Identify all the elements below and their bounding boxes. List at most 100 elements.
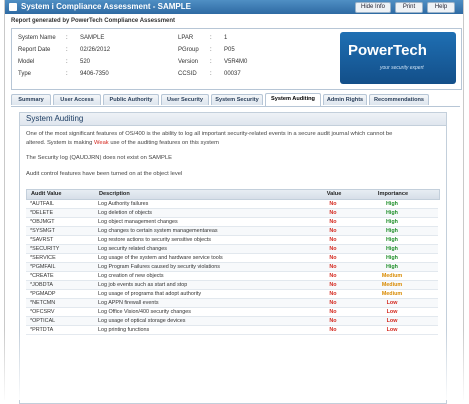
help-button[interactable]: Help bbox=[427, 2, 455, 13]
description-cell: Log security related changes bbox=[98, 246, 167, 252]
value-cell: No bbox=[329, 228, 337, 234]
value-cell: No bbox=[329, 327, 337, 333]
table-row: *SYSMGT Log changes to certain system man… bbox=[26, 227, 438, 236]
importance-cell: High bbox=[386, 210, 398, 216]
tab-admin-rights[interactable]: Admin Rights bbox=[323, 94, 367, 105]
audit-value-cell: *PRTDTA bbox=[30, 327, 54, 333]
weak-rating: Weak bbox=[93, 140, 109, 146]
value-cell: No bbox=[329, 273, 337, 279]
value-cell: No bbox=[329, 255, 337, 261]
table-row: *NETCMN Log APPN firewall events No Low bbox=[26, 299, 438, 308]
intro-text: One of the most significant features of … bbox=[26, 131, 393, 137]
table-row: *PGMADP Log usage of programs that adopt … bbox=[26, 290, 438, 299]
value-cell: No bbox=[329, 291, 337, 297]
audit-value-cell: *OPTICAL bbox=[30, 318, 56, 324]
table-row: *JOBDTA Log job events such as start and … bbox=[26, 281, 438, 290]
audit-value-cell: *SERVICE bbox=[30, 255, 56, 261]
tab-bar: Summary User Access Public Authority Use… bbox=[11, 93, 460, 107]
importance-cell: High bbox=[386, 246, 398, 252]
table-header: Audit Value Description Value Importance bbox=[26, 189, 440, 200]
info-label: LPAR bbox=[178, 35, 194, 41]
value-cell: No bbox=[329, 264, 337, 270]
audit-value-cell: *OFCSRV bbox=[30, 309, 55, 315]
audit-value-cell: *SECURITY bbox=[30, 246, 60, 252]
info-label: Version bbox=[178, 59, 199, 65]
security-log-note: The Security log (QAUDJRN) does not exis… bbox=[26, 155, 172, 161]
importance-cell: High bbox=[386, 201, 398, 207]
table-row: *AUTFAIL Log Authority failures No High bbox=[26, 200, 438, 209]
description-cell: Log restore actions to security sensitiv… bbox=[98, 237, 211, 243]
audit-value-cell: *SAVRST bbox=[30, 237, 54, 243]
title-bar: System i Compliance Assessment - SAMPLE … bbox=[5, 0, 463, 14]
value-cell: No bbox=[329, 282, 337, 288]
value-cell: No bbox=[329, 219, 337, 225]
importance-cell: Low bbox=[386, 327, 398, 333]
table-row: *OPTICAL Log usage of optical storage dev… bbox=[26, 317, 438, 326]
app-window: System i Compliance Assessment - SAMPLE … bbox=[4, 0, 464, 404]
value-cell: No bbox=[329, 318, 337, 324]
tab-summary[interactable]: Summary bbox=[11, 94, 51, 105]
column-header[interactable]: Value bbox=[319, 190, 349, 199]
table-row: *PGMFAIL Log Program Failures caused by s… bbox=[26, 263, 438, 272]
intro-text: altered. System is making Weak use of th… bbox=[26, 140, 219, 146]
info-value: 9406-7350 bbox=[80, 71, 109, 77]
tab-public-authority[interactable]: Public Authority bbox=[103, 94, 159, 105]
info-value: 02/26/2012 bbox=[80, 47, 111, 53]
value-cell: No bbox=[329, 201, 337, 207]
info-label: CCSID bbox=[178, 71, 197, 77]
description-cell: Log APPN firewall events bbox=[98, 300, 159, 306]
tab-recommendations[interactable]: Recommendations bbox=[369, 94, 429, 105]
hide-info-button[interactable]: Hide Info bbox=[355, 2, 391, 13]
audit-value-cell: *CREATE bbox=[30, 273, 54, 279]
importance-cell: Medium bbox=[381, 273, 403, 279]
importance-cell: Medium bbox=[381, 282, 403, 288]
print-button[interactable]: Print bbox=[395, 2, 423, 13]
column-header[interactable]: Audit Value bbox=[31, 190, 61, 199]
audit-control-note: Audit control features have been turned … bbox=[26, 171, 183, 177]
info-label: PGroup bbox=[178, 47, 199, 53]
description-cell: Log deletion of objects bbox=[98, 210, 152, 216]
system-info-box: System Name : SAMPLE LPAR : 1 Report Dat… bbox=[11, 28, 462, 90]
column-header[interactable]: Importance bbox=[365, 190, 421, 199]
description-cell: Log usage of programs that adopt authori… bbox=[98, 291, 202, 297]
panel-title: System Auditing bbox=[20, 113, 446, 126]
table-row: *DELETE Log deletion of objects No High bbox=[26, 209, 438, 218]
description-cell: Log changes to certain system management… bbox=[98, 228, 218, 234]
table-row: *CREATE Log creation of new objects No Medi… bbox=[26, 272, 438, 281]
info-value: SAMPLE bbox=[80, 35, 105, 41]
table-row: *SERVICE Log usage of the system and hard… bbox=[26, 254, 438, 263]
importance-cell: Low bbox=[386, 309, 398, 315]
audit-value-cell: *PGMFAIL bbox=[30, 264, 56, 270]
importance-cell: Low bbox=[386, 318, 398, 324]
tab-system-auditing[interactable]: System Auditing bbox=[265, 93, 321, 106]
tab-user-access[interactable]: User Access bbox=[53, 94, 101, 105]
importance-cell: High bbox=[386, 228, 398, 234]
description-cell: Log Authority failures bbox=[98, 201, 149, 207]
info-value: 1 bbox=[224, 35, 228, 41]
info-label: Type bbox=[18, 71, 32, 77]
report-subtitle: Report generated by PowerTech Compliance… bbox=[11, 18, 176, 24]
info-value: V5R4M0 bbox=[224, 59, 248, 65]
column-header[interactable]: Description bbox=[99, 190, 130, 199]
description-cell: Log job events such as start and stop bbox=[98, 282, 188, 288]
description-cell: Log usage of the system and hardware ser… bbox=[98, 255, 223, 261]
audit-value-cell: *DELETE bbox=[30, 210, 54, 216]
value-cell: No bbox=[329, 237, 337, 243]
importance-cell: Medium bbox=[381, 291, 403, 297]
value-cell: No bbox=[329, 210, 337, 216]
tab-user-security[interactable]: User Security bbox=[161, 94, 209, 105]
importance-cell: High bbox=[386, 255, 398, 261]
value-cell: No bbox=[329, 300, 337, 306]
value-cell: No bbox=[329, 309, 337, 315]
tab-system-security[interactable]: System Security bbox=[211, 94, 263, 105]
powertech-logo: PowerTech your security expert bbox=[340, 32, 456, 84]
table-row: *SECURITY Log security related changes No H… bbox=[26, 245, 438, 254]
description-cell: Log creation of new objects bbox=[98, 273, 164, 279]
logo-text: PowerTech bbox=[348, 42, 427, 59]
info-value: 520 bbox=[80, 59, 91, 65]
app-icon bbox=[9, 3, 17, 11]
importance-cell: High bbox=[386, 264, 398, 270]
logo-tagline: your security expert bbox=[380, 65, 424, 71]
description-cell: Log Office Vision/400 security changes bbox=[98, 309, 191, 315]
audit-value-cell: *PGMADP bbox=[30, 291, 56, 297]
